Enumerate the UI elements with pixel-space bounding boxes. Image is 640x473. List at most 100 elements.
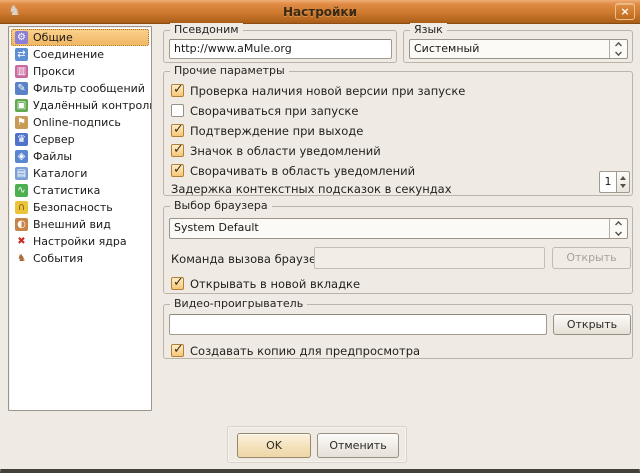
spin-down-icon[interactable] — [620, 184, 626, 188]
sidebar-item-label: Каталоги — [33, 166, 87, 182]
video-player-input[interactable] — [169, 314, 547, 335]
sidebar-item-label: Сервер — [33, 132, 75, 148]
sidebar-item-label: Общие — [33, 30, 73, 46]
sidebar-item-proxy[interactable]: ▥ Прокси — [11, 63, 149, 80]
sidebar-item-label: Внешний вид — [33, 217, 111, 233]
nickname-frame: Псевдоним http://www.aMule.org — [163, 30, 397, 63]
browser-command-open-button: Открыть — [552, 247, 631, 269]
checkbox-open-new-tab[interactable]: Открывать в новой вкладке — [171, 276, 360, 291]
browser-selected-value: System Default — [174, 221, 259, 234]
checkbox-minimize-on-start[interactable]: Сворачиваться при запуске — [171, 103, 358, 118]
video-player-open-button[interactable]: Открыть — [553, 314, 631, 335]
spinner-arrows[interactable] — [617, 171, 630, 193]
browser-command-input — [314, 247, 545, 269]
sidebar-item-label: Фильтр сообщений — [33, 81, 145, 97]
checkbox-box[interactable] — [171, 104, 184, 117]
checkbox-tray-icon[interactable]: Значок в области уведомлений — [171, 143, 381, 158]
sidebar-item-label: Настройки ядра — [33, 234, 127, 250]
checkbox-box[interactable] — [171, 277, 184, 290]
cancel-button[interactable]: Отменить — [317, 433, 399, 458]
sidebar-item-label: События — [33, 251, 83, 267]
titlebar[interactable]: ♞ Настройки × — [0, 0, 640, 24]
files-icon: ◈ — [15, 150, 28, 163]
sidebar-item-events[interactable]: ♞ События — [11, 250, 149, 267]
misc-frame: Прочие параметры Проверка наличия новой … — [163, 71, 633, 196]
sidebar-item-statistics[interactable]: ∿ Статистика — [11, 182, 149, 199]
checkbox-label: Подтверждение при выходе — [190, 124, 363, 138]
browser-frame: Выбор браузера System Default Команда вы… — [163, 206, 633, 294]
language-frame: Язык Системный — [403, 30, 633, 63]
chevron-updown-icon[interactable] — [609, 40, 627, 58]
checkbox-box[interactable] — [171, 144, 184, 157]
sidebar-item-core-settings[interactable]: ✖ Настройки ядра — [11, 233, 149, 250]
checkbox-label: Проверка наличия новой версии при запуск… — [190, 84, 465, 98]
sidebar-item-general[interactable]: ⚙ Общие — [11, 29, 149, 46]
sidebar-item-online-signature[interactable]: ⚑ Online-подпись — [11, 114, 149, 131]
checkbox-label: Сворачивать в область уведомлений — [190, 164, 415, 178]
action-area: OK Отменить — [227, 426, 407, 463]
sidebar-item-server[interactable]: ♛ Сервер — [11, 131, 149, 148]
checkbox-label: Создавать копию для предпросмотра — [190, 344, 420, 358]
close-icon: × — [620, 5, 629, 18]
checkbox-box[interactable] — [171, 344, 184, 357]
checkbox-label: Значок в области уведомлений — [190, 144, 381, 158]
checkbox-box[interactable] — [171, 164, 184, 177]
checkbox-confirm-exit[interactable]: Подтверждение при выходе — [171, 123, 363, 138]
misc-frame-label: Прочие параметры — [170, 64, 289, 78]
sidebar-item-label: Статистика — [33, 183, 100, 199]
checkbox-version-check[interactable]: Проверка наличия новой версии при запуск… — [171, 83, 465, 98]
message-filter-icon: ✎ — [15, 82, 28, 95]
nickname-input[interactable]: http://www.aMule.org — [169, 39, 392, 59]
video-player-frame-label: Видео-проигрыватель — [170, 297, 307, 311]
sidebar-item-label: Файлы — [33, 149, 72, 165]
lock-icon: ∩ — [15, 201, 28, 214]
checkbox-minimize-to-tray[interactable]: Сворачивать в область уведомлений — [171, 163, 415, 178]
proxy-icon: ▥ — [15, 65, 28, 78]
checkbox-label: Открывать в новой вкладке — [190, 277, 360, 291]
sidebar-item-label: Прокси — [33, 64, 75, 80]
events-icon: ♞ — [15, 252, 28, 265]
video-player-frame: Видео-проигрыватель Открыть Создавать ко… — [163, 304, 633, 359]
language-selected-value: Системный — [414, 42, 479, 55]
tooltip-delay-spinner[interactable]: 1 — [599, 171, 630, 193]
browser-select[interactable]: System Default — [169, 218, 628, 239]
sidebar-item-label: Безопасность — [33, 200, 113, 216]
online-signature-icon: ⚑ — [15, 116, 28, 129]
sidebar-item-security[interactable]: ∩ Безопасность — [11, 199, 149, 216]
folder-icon: ▤ — [15, 167, 28, 180]
chevron-updown-icon[interactable] — [609, 219, 627, 238]
dialog-body: ⚙ Общие ⇄ Соединение ▥ Прокси ✎ Фильтр с… — [0, 24, 640, 469]
tooltip-delay-value[interactable]: 1 — [599, 171, 617, 193]
red-x-icon: ✖ — [15, 235, 28, 248]
settings-dialog: ♞ Настройки × ⚙ Общие ⇄ Соединение ▥ Про… — [0, 0, 640, 473]
gear-icon: ⚙ — [15, 31, 28, 44]
checkbox-label: Сворачиваться при запуске — [190, 104, 358, 118]
language-select[interactable]: Системный — [409, 39, 628, 59]
sidebar-item-message-filter[interactable]: ✎ Фильтр сообщений — [11, 80, 149, 97]
sidebar-item-label: Удалённый контроль — [33, 98, 152, 114]
remote-control-icon: ▣ — [15, 99, 28, 112]
sidebar-item-folders[interactable]: ▤ Каталоги — [11, 165, 149, 182]
server-icon: ♛ — [15, 133, 28, 146]
connection-icon: ⇄ — [15, 48, 28, 61]
sidebar-item-appearance[interactable]: ◐ Внешний вид — [11, 216, 149, 233]
category-list: ⚙ Общие ⇄ Соединение ▥ Прокси ✎ Фильтр с… — [8, 26, 152, 411]
sidebar-item-remote-control[interactable]: ▣ Удалённый контроль — [11, 97, 149, 114]
tooltip-delay-label: Задержка контекстных подсказок в секунда… — [171, 182, 452, 196]
palette-icon: ◐ — [15, 218, 28, 231]
browser-command-label: Команда вызова браузера: — [171, 252, 334, 266]
sidebar-item-files[interactable]: ◈ Файлы — [11, 148, 149, 165]
ok-button[interactable]: OK — [237, 433, 311, 458]
window-title: Настройки — [0, 0, 640, 24]
sidebar-item-label: Соединение — [33, 47, 104, 63]
checkbox-create-preview-copy[interactable]: Создавать копию для предпросмотра — [171, 343, 420, 358]
checkbox-box[interactable] — [171, 84, 184, 97]
close-button[interactable]: × — [615, 3, 635, 20]
browser-frame-label: Выбор браузера — [170, 199, 272, 213]
language-frame-label: Язык — [410, 23, 447, 37]
chart-icon: ∿ — [15, 184, 28, 197]
spin-up-icon[interactable] — [620, 176, 626, 180]
sidebar-item-label: Online-подпись — [33, 115, 121, 131]
sidebar-item-connection[interactable]: ⇄ Соединение — [11, 46, 149, 63]
checkbox-box[interactable] — [171, 124, 184, 137]
